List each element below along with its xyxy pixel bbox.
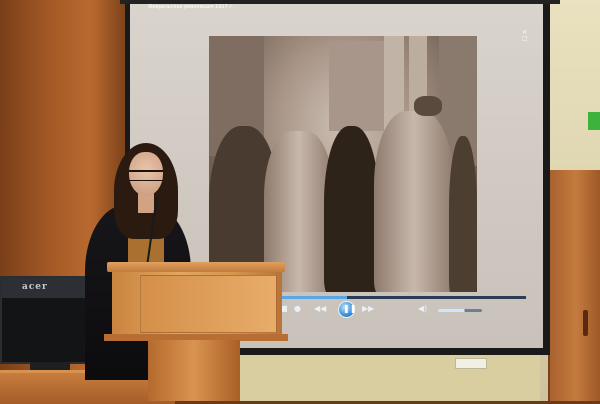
exit-sign — [588, 112, 600, 130]
mitre — [414, 96, 442, 116]
play-pause-button[interactable]: ❚❚ — [338, 301, 357, 318]
glasses — [129, 170, 163, 181]
volume-icon[interactable]: ◀) — [418, 304, 427, 314]
door-handle — [583, 310, 588, 336]
volume-slider[interactable] — [438, 309, 482, 312]
monitor-brand-logo: acer — [22, 282, 48, 292]
crowd-right — [449, 136, 477, 292]
control-row: ■ ● ◀◀ ❚❚ ▶▶ ◀) — [278, 301, 526, 318]
video-frame[interactable] — [209, 36, 477, 292]
seek-progress — [278, 296, 348, 299]
crowd-center — [324, 126, 379, 292]
lectern-top — [107, 262, 285, 272]
rewind-icon[interactable]: ◀◀ — [314, 304, 326, 314]
seek-bar[interactable] — [278, 296, 526, 299]
monitor-bezel — [2, 278, 96, 298]
lectern-panel — [140, 275, 277, 333]
wall-below-screen — [240, 352, 540, 401]
maximize-icon[interactable]: □ — [522, 36, 528, 42]
power-outlet — [455, 358, 487, 369]
window-icons[interactable]: × □ — [522, 30, 528, 42]
video-title: Февральская революция 1917 г. — [148, 4, 234, 10]
priest-figure — [374, 111, 454, 292]
record-icon[interactable]: ● — [294, 304, 301, 314]
play-pause-icon: ❚❚ — [343, 304, 357, 313]
media-player-controls[interactable]: ■ ● ◀◀ ❚❚ ▶▶ ◀) — [278, 296, 526, 318]
door — [548, 170, 600, 401]
speaker-neck — [138, 193, 154, 213]
lectern-column — [148, 340, 240, 401]
fast-forward-icon[interactable]: ▶▶ — [362, 304, 374, 314]
